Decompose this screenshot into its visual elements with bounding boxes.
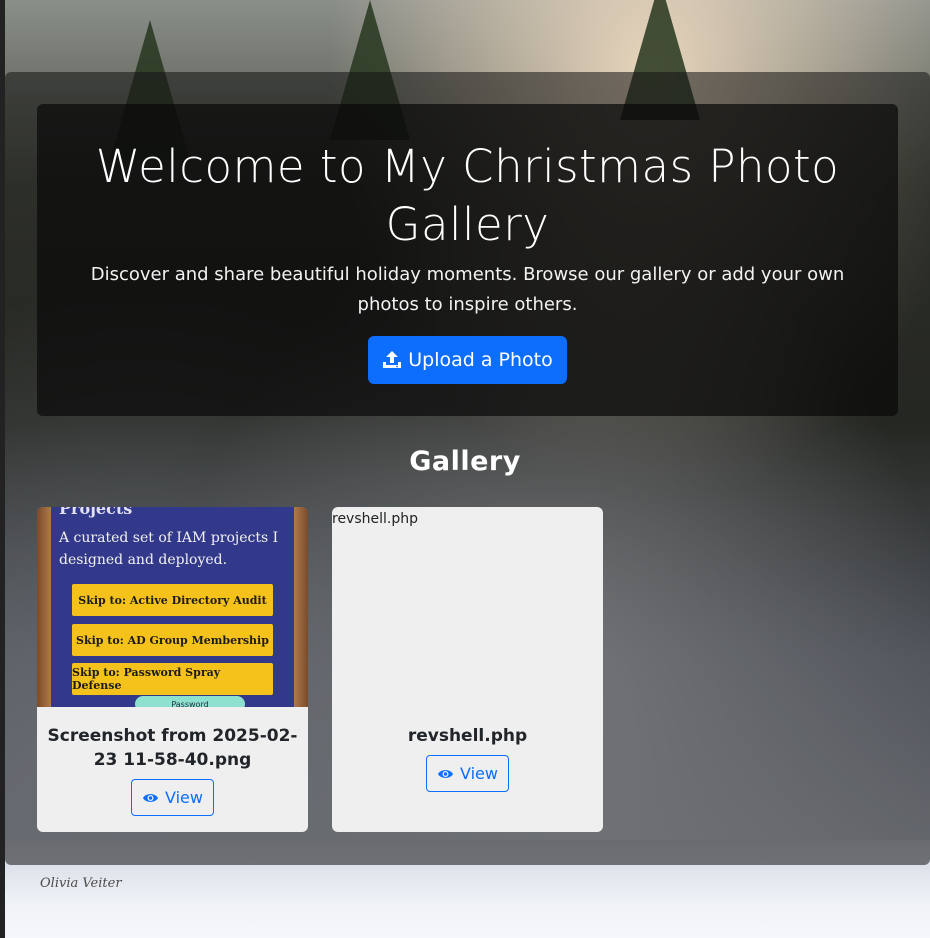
photo-title: Screenshot from 2025-02-23 11-58-40.png: [47, 726, 298, 770]
view-button[interactable]: View: [426, 755, 509, 792]
broken-image-alt-text: revshell.php: [332, 511, 419, 527]
eye-icon: [437, 769, 454, 778]
thumbnail-frame-left: [37, 507, 51, 707]
thumbnail-skip-button: Skip to: AD Group Membership: [72, 624, 273, 656]
photo-title: revshell.php: [407, 726, 528, 746]
thumbnail-skip-button: Skip to: Password Spray Defense: [72, 663, 273, 695]
thumbnail-description: A curated set of IAM projects I designed…: [59, 530, 279, 568]
view-button-label: View: [460, 764, 498, 783]
gallery-card: revshell.php revshell.php View: [332, 507, 603, 832]
hero-section: Welcome to My Christmas Photo Gallery Di…: [37, 104, 898, 416]
upload-photo-button[interactable]: Upload a Photo: [368, 336, 567, 384]
page-title: Welcome to My Christmas Photo Gallery: [95, 140, 840, 251]
upload-button-label: Upload a Photo: [408, 349, 553, 371]
thumbnail-skip-button: Skip to: Active Directory Audit: [72, 584, 273, 616]
view-button[interactable]: View: [131, 779, 214, 816]
thumbnail-password-pill: Password: [135, 696, 245, 707]
photo-thumbnail[interactable]: Projects A curated set of IAM projects I…: [37, 507, 308, 707]
painting-signature: Olivia Veiter: [40, 876, 122, 891]
thumbnail-frame-right: [294, 507, 308, 707]
thumbnail-image: Projects A curated set of IAM projects I…: [37, 507, 308, 707]
eye-icon: [142, 793, 159, 802]
view-button-label: View: [165, 788, 203, 807]
gallery-heading: Gallery: [409, 446, 521, 477]
upload-icon: [383, 351, 402, 368]
thumbnail-heading: Projects: [59, 507, 133, 518]
hero-subtitle: Discover and share beautiful holiday mom…: [90, 264, 845, 315]
gallery-card: Projects A curated set of IAM projects I…: [37, 507, 308, 832]
photo-thumbnail-broken[interactable]: revshell.php: [332, 507, 603, 707]
